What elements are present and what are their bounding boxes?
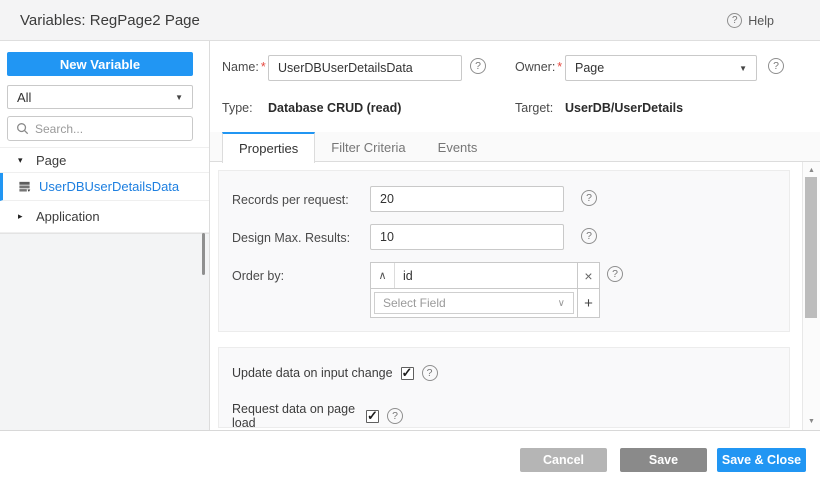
variable-name-input[interactable] [268,55,462,81]
target-value: UserDB/UserDetails [565,101,683,115]
update-data-help-icon[interactable]: ? [422,365,438,381]
remove-order-field-button[interactable]: × [578,262,600,289]
variables-sidebar: New Variable All ▼ ▾ Page [0,41,210,430]
collapsed-arrow-icon: ▸ [18,211,28,222]
order-by-row: ∧ id [370,262,578,289]
variable-tree: ▾ Page UserDBUserDetailsData ▸ Applicati… [0,147,209,233]
database-variable-icon [18,180,31,193]
help-label: Help [748,14,774,28]
select-field-cell: Select Field ∨ [370,289,578,318]
design-max-help-icon[interactable]: ? [581,228,597,244]
records-per-request-label: Records per request: [232,193,349,207]
variable-filter-dropdown[interactable]: All ▼ [7,85,193,109]
dialog-header: Variables: RegPage2 Page ? Help [0,0,820,41]
save-button[interactable]: Save [620,448,707,472]
help-icon: ? [727,13,742,28]
add-order-field-button[interactable]: + [578,289,600,318]
behavior-panel: Records per request: ? Design Max. Resul… [218,170,790,332]
design-max-results-input[interactable] [370,224,564,250]
request-data-label: Request data on page load [232,402,358,430]
variable-filter-value: All [17,90,31,105]
chevron-down-icon: ∨ [558,298,565,309]
owner-help-icon[interactable]: ? [768,58,784,74]
sort-ascending-icon[interactable]: ∧ [371,263,395,288]
search-icon [16,122,29,135]
page-title: Variables: RegPage2 Page [20,12,200,29]
variable-search[interactable] [7,116,193,141]
order-by-label: Order by: [232,269,284,283]
variables-dialog: Variables: RegPage2 Page ? Help New Vari… [0,0,820,486]
tree-group-label: Page [36,153,66,168]
sidebar-scrollbar-thumb[interactable] [202,233,205,275]
type-label: Type: [222,101,253,115]
caret-down-icon: ▼ [739,64,747,73]
required-asterisk: * [261,60,266,74]
request-data-checkbox[interactable] [366,410,379,423]
tab-properties[interactable]: Properties [222,132,315,163]
cancel-button[interactable]: Cancel [520,448,607,472]
tab-filter-criteria[interactable]: Filter Criteria [315,132,421,162]
design-max-results-label: Design Max. Results: [232,231,350,245]
type-value: Database CRUD (read) [268,101,401,115]
owner-value: Page [575,61,604,75]
request-data-row: Request data on page load ? [232,402,403,430]
tree-item-label: UserDBUserDetailsData [39,179,179,194]
sidebar-empty-area [0,233,209,430]
records-help-icon[interactable]: ? [581,190,597,206]
select-field-placeholder: Select Field [383,296,446,310]
name-label: Name:* [222,60,266,74]
tree-group-label: Application [36,209,100,224]
plus-icon: + [584,295,593,312]
save-and-close-button[interactable]: Save & Close [717,448,806,472]
order-by-help-icon[interactable]: ? [607,266,623,282]
tree-group-page[interactable]: ▾ Page [0,147,209,173]
variable-detail-pane: Name:* ? Owner:* Page ▼ ? Type: Database… [210,41,820,430]
scroll-up-icon[interactable]: ▲ [803,167,820,174]
update-data-row: Update data on input change ? [232,365,438,381]
properties-tab-content: Records per request: ? Design Max. Resul… [210,162,820,430]
detail-tabbar: Properties Filter Criteria Events [210,132,820,162]
caret-down-icon: ▼ [175,93,183,102]
update-data-checkbox[interactable] [401,367,414,380]
new-variable-button[interactable]: New Variable [7,52,193,76]
content-scrollbar[interactable]: ▲ ▼ [802,162,820,430]
name-help-icon[interactable]: ? [470,58,486,74]
owner-label: Owner:* [515,60,562,74]
order-by-field-value: id [395,269,413,283]
required-asterisk: * [557,60,562,74]
close-icon: × [584,268,592,284]
data-options-panel: Update data on input change ? Request da… [218,347,790,428]
scroll-down-icon[interactable]: ▼ [803,418,820,425]
target-label: Target: [515,101,553,115]
tree-group-application[interactable]: ▸ Application [0,201,209,233]
update-data-label: Update data on input change [232,366,393,380]
request-data-help-icon[interactable]: ? [387,408,403,424]
search-input[interactable] [35,122,184,136]
help-button[interactable]: ? Help [727,13,774,28]
owner-dropdown[interactable]: Page ▼ [565,55,757,81]
dialog-footer: Cancel Save Save & Close [0,431,820,486]
select-field-dropdown[interactable]: Select Field ∨ [374,292,574,314]
expanded-arrow-icon: ▾ [18,155,28,166]
content-scrollbar-thumb[interactable] [805,177,817,318]
tree-item-userdbuserdetailsdata[interactable]: UserDBUserDetailsData [0,173,209,201]
tab-events[interactable]: Events [422,132,494,162]
records-per-request-input[interactable] [370,186,564,212]
order-by-widget: ∧ id × Select Field ∨ + [370,262,600,318]
